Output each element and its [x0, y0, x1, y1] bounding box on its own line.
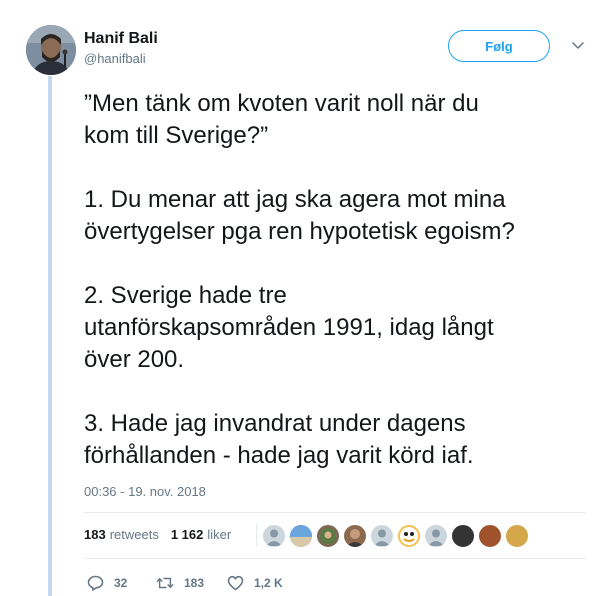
author-display-name[interactable]: Hanif Bali [84, 30, 158, 48]
liker-avatar[interactable] [397, 524, 421, 548]
engagement-stats: 183 retweets 1 162 liker [84, 527, 231, 543]
reply-count: 32 [114, 576, 128, 590]
likes-stat[interactable]: 1 162 liker [171, 527, 231, 543]
author-avatar[interactable] [26, 25, 76, 75]
reply-icon [86, 574, 104, 592]
liker-avatar[interactable] [370, 524, 394, 548]
reply-button[interactable]: 32 [86, 574, 138, 592]
retweets-stat-label: retweets [109, 527, 159, 542]
tweet-paragraph: ”Men tänk om kvoten varit noll när du ko… [84, 90, 479, 149]
tweet-actions: 32 183 1,2 K [86, 574, 301, 592]
liker-avatars [262, 524, 532, 548]
retweets-stat-count: 183 [84, 527, 106, 542]
liker-avatar[interactable] [262, 524, 286, 548]
retweet-count: 183 [184, 576, 205, 590]
retweets-stat[interactable]: 183 retweets [84, 527, 159, 543]
stats-separator [256, 524, 257, 546]
liker-avatar[interactable] [316, 524, 340, 548]
liker-avatar[interactable] [424, 524, 448, 548]
tweet-paragraph: 3. Hade jag invandrat under dagens förhå… [84, 410, 474, 469]
tweet-text: ”Men tänk om kvoten varit noll när du ko… [84, 88, 604, 504]
follow-button[interactable]: Følg [448, 30, 550, 62]
divider [84, 558, 586, 559]
liker-avatar[interactable] [289, 524, 313, 548]
liker-avatar[interactable] [343, 524, 367, 548]
tweet-paragraph: 1. Du menar att jag ska agera mot mina ö… [84, 186, 515, 245]
like-button[interactable]: 1,2 K [226, 574, 283, 592]
author-handle[interactable]: @hanifbali [84, 51, 146, 67]
thread-line [48, 76, 52, 596]
retweet-icon [156, 574, 174, 592]
liker-avatar[interactable] [505, 524, 529, 548]
heart-icon [226, 574, 244, 592]
tweet-timestamp[interactable]: 00:36 - 19. nov. 2018 [84, 484, 206, 500]
tweet-paragraph: 2. Sverige hade tre utanförskapsområden … [84, 282, 494, 373]
likes-stat-label: liker [207, 527, 232, 542]
divider [84, 512, 586, 513]
chevron-down-icon[interactable] [570, 38, 586, 54]
liker-avatar[interactable] [478, 524, 502, 548]
liker-avatar[interactable] [451, 524, 475, 548]
likes-stat-count: 1 162 [170, 527, 204, 542]
like-count: 1,2 K [254, 576, 283, 590]
retweet-button[interactable]: 183 [156, 574, 208, 592]
